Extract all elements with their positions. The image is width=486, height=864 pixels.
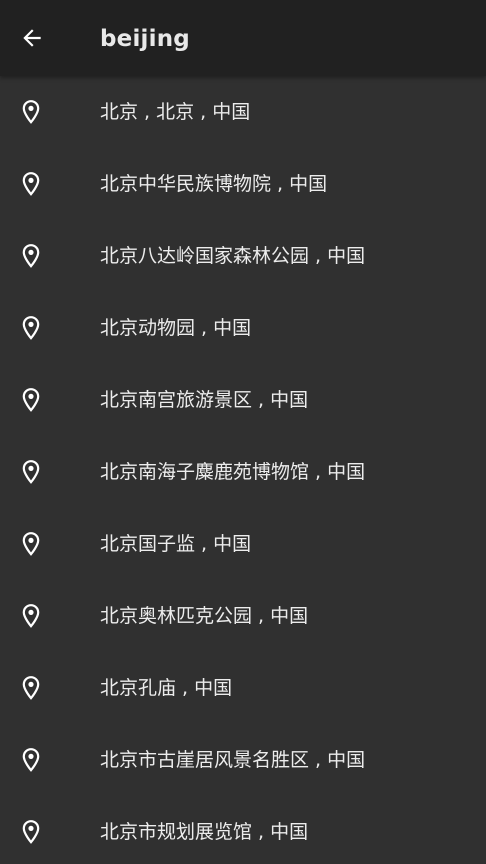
result-item[interactable]: 北京市规划展览馆 , 中国: [0, 796, 486, 864]
result-item[interactable]: 北京孔庙 , 中国: [0, 652, 486, 724]
map-pin-icon: [22, 820, 40, 844]
search-input[interactable]: [100, 18, 470, 60]
result-label: 北京市古崖居风景名胜区 , 中国: [100, 749, 366, 771]
map-pin-icon: [22, 316, 40, 340]
map-pin-icon: [22, 460, 40, 484]
results-list: 北京 , 北京 , 中国 北京中华民族博物院 , 中国 北京八达岭国家森林公园 …: [0, 76, 486, 864]
result-label: 北京市规划展览馆 , 中国: [100, 821, 309, 843]
map-pin-icon: [22, 532, 40, 556]
result-item[interactable]: 北京动物园 , 中国: [0, 292, 486, 364]
result-label: 北京 , 北京 , 中国: [100, 101, 251, 123]
search-toolbar: [0, 0, 486, 76]
result-item[interactable]: 北京八达岭国家森林公园 , 中国: [0, 220, 486, 292]
map-pin-icon: [22, 172, 40, 196]
map-pin-icon: [22, 676, 40, 700]
map-pin-icon: [22, 244, 40, 268]
result-label: 北京南宫旅游景区 , 中国: [100, 389, 309, 411]
result-label: 北京南海子麋鹿苑博物馆 , 中国: [100, 461, 366, 483]
map-pin-icon: [22, 748, 40, 772]
result-item[interactable]: 北京南宫旅游景区 , 中国: [0, 364, 486, 436]
search-results-screen: 北京 , 北京 , 中国 北京中华民族博物院 , 中国 北京八达岭国家森林公园 …: [0, 0, 486, 864]
back-button[interactable]: [10, 16, 54, 60]
result-label: 北京国子监 , 中国: [100, 533, 252, 555]
result-label: 北京中华民族博物院 , 中国: [100, 173, 328, 195]
map-pin-icon: [22, 100, 40, 124]
map-pin-icon: [22, 388, 40, 412]
result-label: 北京动物园 , 中国: [100, 317, 252, 339]
result-label: 北京八达岭国家森林公园 , 中国: [100, 245, 366, 267]
result-item[interactable]: 北京市古崖居风景名胜区 , 中国: [0, 724, 486, 796]
result-label: 北京孔庙 , 中国: [100, 677, 233, 699]
arrow-left-icon: [23, 29, 41, 47]
result-item[interactable]: 北京奥林匹克公园 , 中国: [0, 580, 486, 652]
result-item[interactable]: 北京南海子麋鹿苑博物馆 , 中国: [0, 436, 486, 508]
map-pin-icon: [22, 604, 40, 628]
result-item[interactable]: 北京国子监 , 中国: [0, 508, 486, 580]
result-item[interactable]: 北京中华民族博物院 , 中国: [0, 148, 486, 220]
result-label: 北京奥林匹克公园 , 中国: [100, 605, 309, 627]
result-item[interactable]: 北京 , 北京 , 中国: [0, 76, 486, 148]
